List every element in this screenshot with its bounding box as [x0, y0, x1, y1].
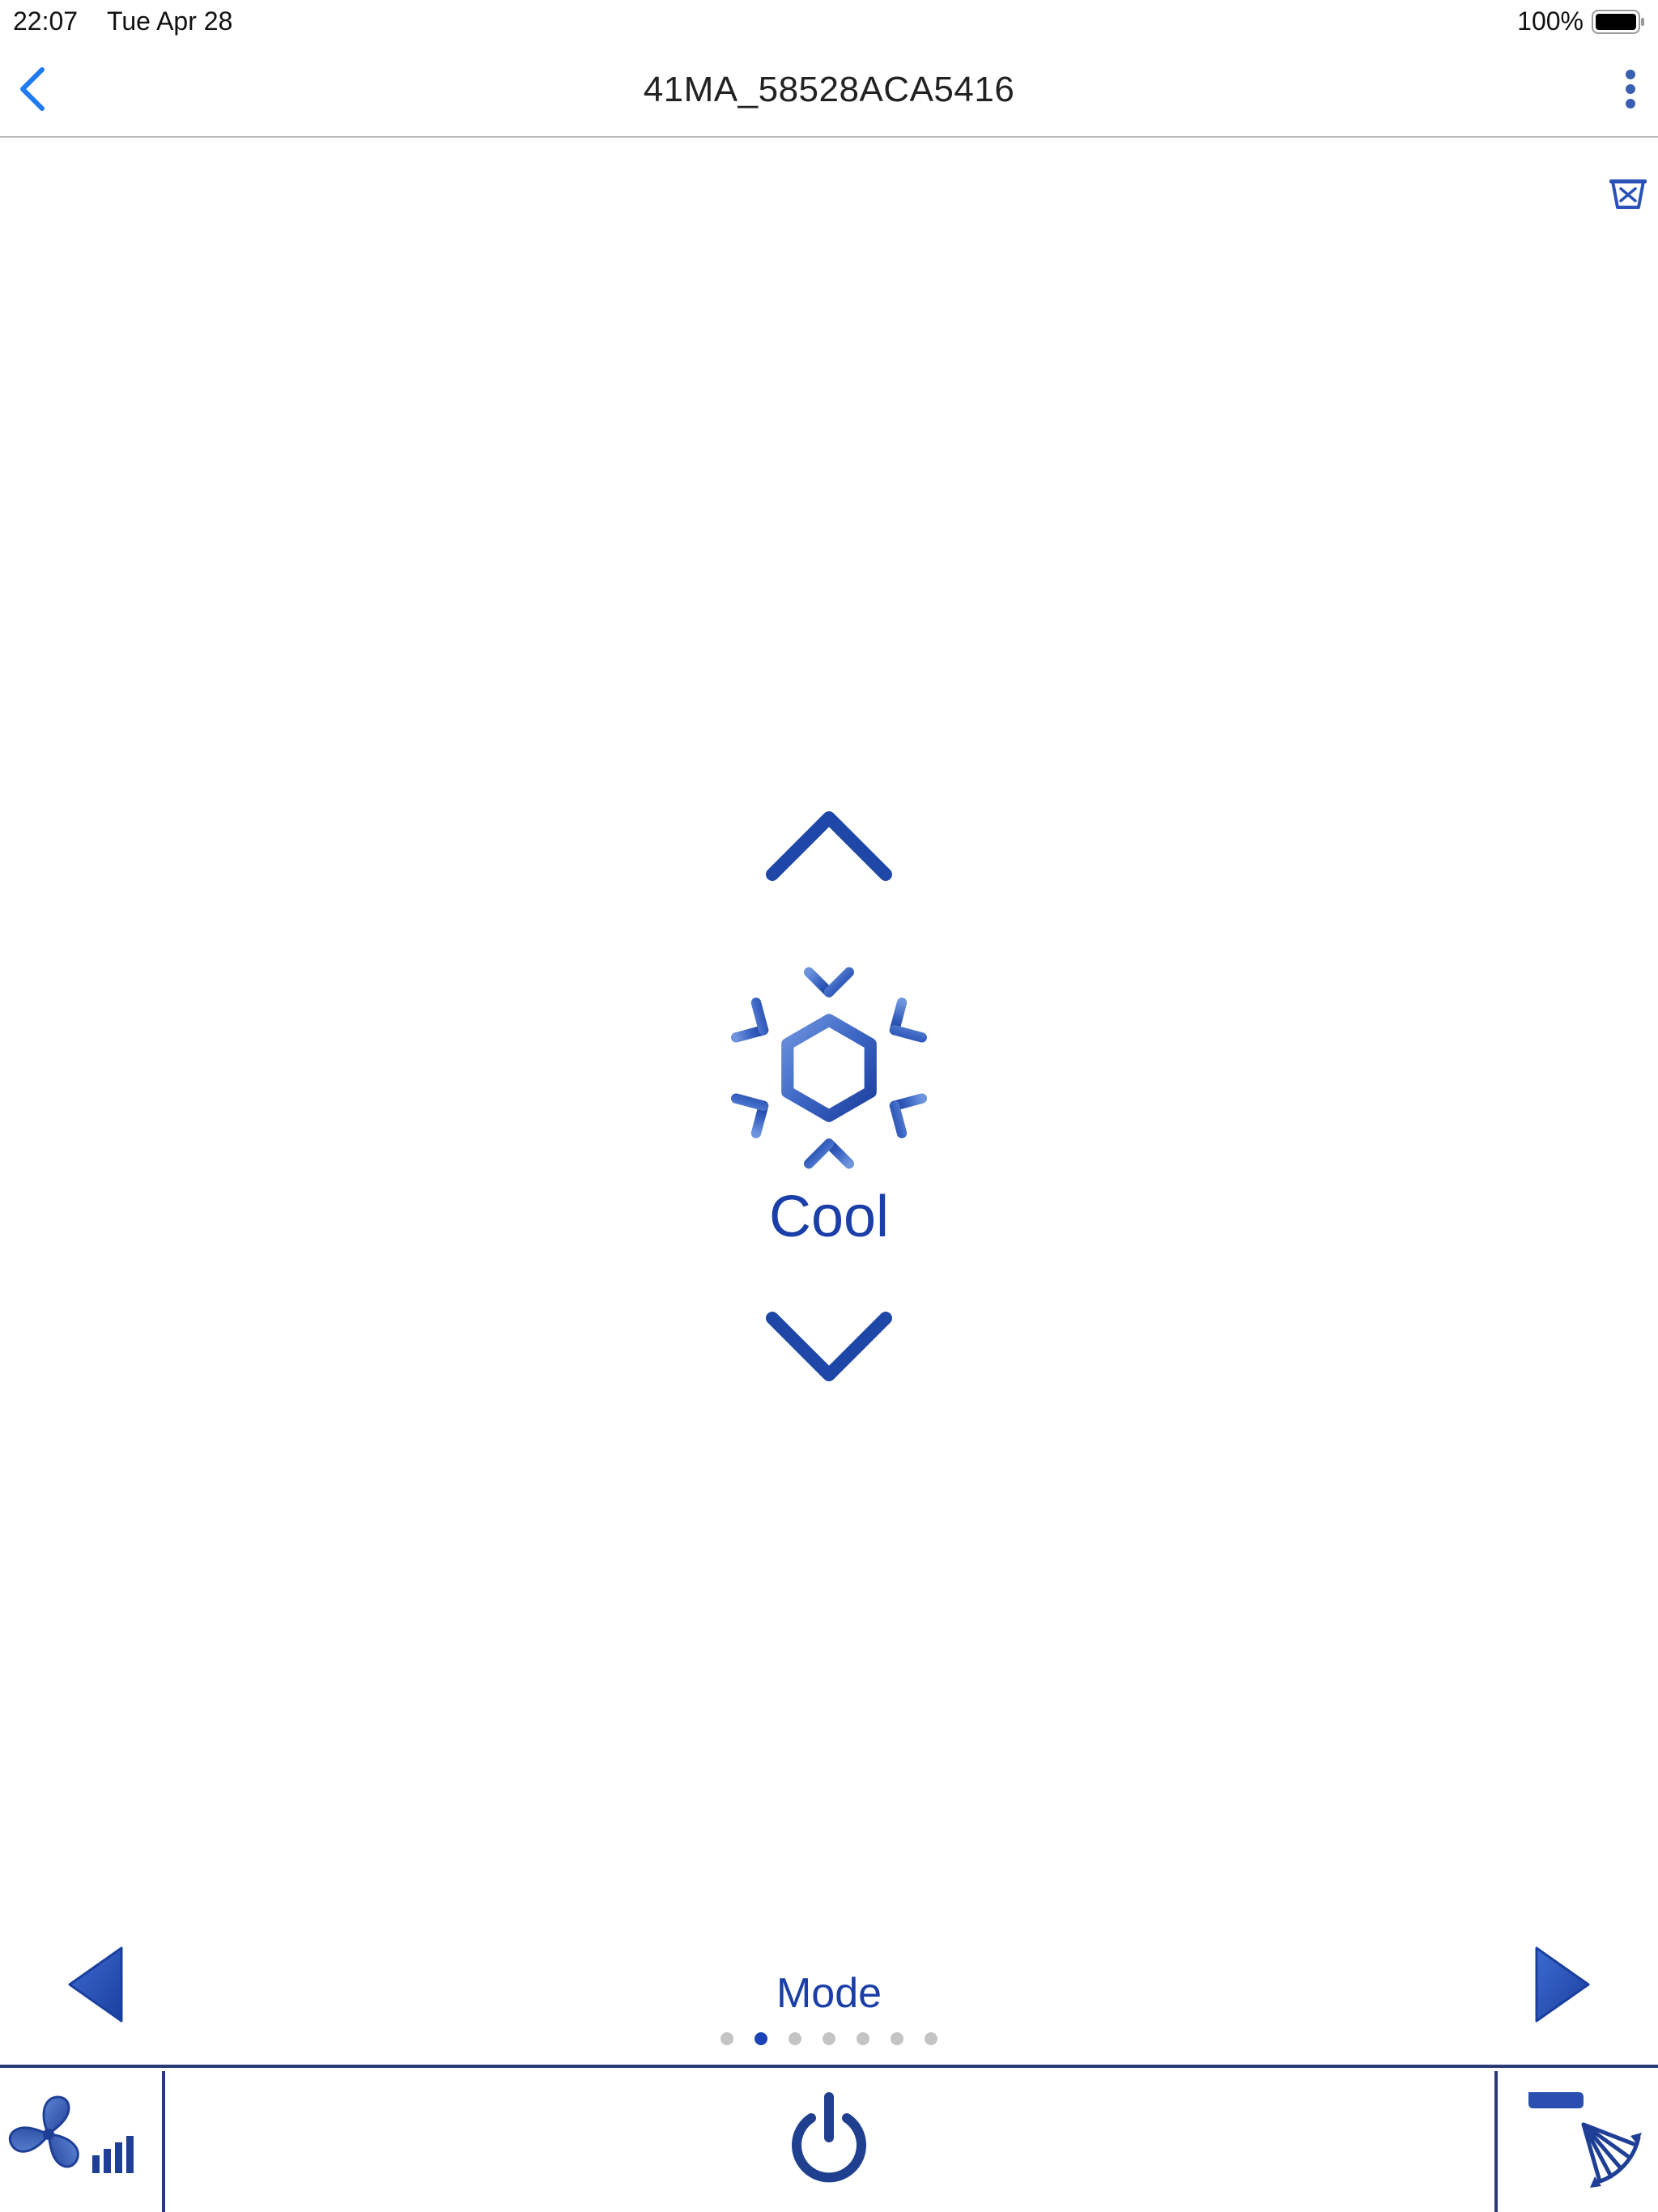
vertical-dots-icon [1626, 70, 1635, 108]
page-dot[interactable] [925, 2032, 937, 2045]
navigation-bar: 41MA_58528ACA5416 [0, 42, 1658, 138]
chevron-up-icon [766, 811, 892, 881]
triangle-right-icon [1535, 1946, 1590, 2023]
bottom-bar-divider-right [1494, 2071, 1498, 2212]
page-dot[interactable] [755, 2032, 767, 2045]
page-dot[interactable] [857, 2032, 869, 2045]
page-dot[interactable] [789, 2032, 801, 2045]
swing-icon [1528, 2092, 1642, 2188]
fan-speed-icon [8, 2095, 134, 2173]
more-options-button[interactable] [1616, 63, 1645, 115]
chevron-down-icon [766, 1312, 892, 1381]
mode-label: Cool [768, 1185, 890, 1249]
battery-icon [1592, 10, 1644, 34]
mode-down-button[interactable] [764, 1308, 894, 1385]
bottom-control-bar [0, 2065, 1658, 2212]
page-indicator[interactable] [0, 2032, 1658, 2047]
status-date: Tue Apr 28 [107, 6, 233, 36]
filter-icon[interactable] [1609, 178, 1647, 211]
status-bar: 22:07 Tue Apr 28 100% [0, 0, 1658, 42]
page-title: 41MA_58528ACA5416 [643, 70, 1015, 109]
page-dot[interactable] [823, 2032, 835, 2045]
page-dot[interactable] [721, 2032, 733, 2045]
status-time: 22:07 [13, 6, 79, 36]
bottom-bar-divider-left [162, 2071, 165, 2212]
snowflake-icon [729, 959, 929, 1177]
page-label: Mode [776, 1970, 882, 2017]
mode-up-button[interactable] [764, 808, 894, 884]
page-dot[interactable] [891, 2032, 903, 2045]
next-page-button[interactable] [1533, 1946, 1592, 2023]
fan-speed-button[interactable] [6, 2092, 144, 2181]
battery-percent: 100% [1517, 6, 1584, 36]
swing-button[interactable] [1522, 2086, 1643, 2191]
power-icon [792, 2092, 866, 2183]
power-button[interactable] [787, 2091, 871, 2184]
